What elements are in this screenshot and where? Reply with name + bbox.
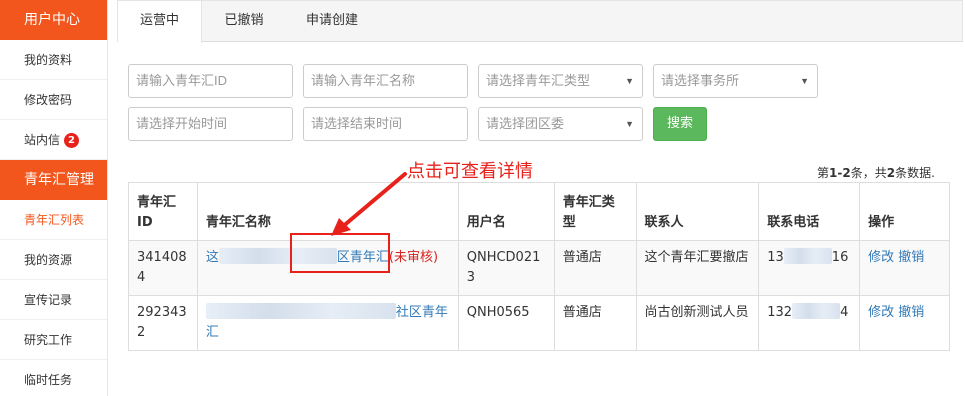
sidebar-item-my-resources[interactable]: 我的资源 (0, 240, 107, 280)
tab-revoked[interactable]: 已撤销 (202, 1, 286, 42)
caret-down-icon: ▼ (625, 76, 634, 86)
table-row: 3414084 这区青年汇(未审核) QNHCD0213 普通店 这个青年汇要撤… (128, 240, 950, 296)
sidebar-item-research-work[interactable]: 研究工作 (0, 320, 107, 360)
hub-type-select[interactable]: 请选择青年汇类型 ▼ (478, 64, 643, 98)
hub-id-input[interactable]: 请输入青年汇ID (128, 64, 293, 98)
sidebar-section-youth-hub: 青年汇管理 (0, 160, 107, 200)
phone-start: 132 (767, 305, 793, 320)
sidebar: 用户中心 我的资料 修改密码 站内信 2 青年汇管理 青年汇列表 我的资源 宣传记… (0, 0, 108, 396)
cell-name: 社区青年汇 (196, 295, 459, 351)
redacted-text (792, 303, 841, 319)
cell-type: 普通店 (553, 295, 637, 351)
start-date-input[interactable]: 请选择开始时间 (128, 107, 293, 141)
end-date-input[interactable]: 请选择结束时间 (303, 107, 468, 141)
search-button[interactable]: 搜索 (653, 107, 707, 141)
count-suffix: 条数据. (895, 166, 935, 180)
sidebar-item-temp-tasks[interactable]: 临时任务 (0, 360, 107, 396)
hub-type-placeholder: 请选择青年汇类型 (486, 73, 591, 88)
cell-phone: 132 4 (758, 295, 861, 351)
sidebar-item-change-password[interactable]: 修改密码 (0, 80, 107, 120)
redacted-text (205, 303, 396, 319)
count-mid: 条，共 (850, 166, 887, 180)
table-header-row: 青年汇ID 青年汇名称 用户名 青年汇类型 联系人 联系电话 操作 (128, 182, 950, 241)
col-header-contact: 联系人 (635, 182, 760, 241)
col-header-phone: 联系电话 (758, 182, 861, 241)
hub-name-link[interactable]: 社区青年汇 (205, 303, 448, 340)
district-select[interactable]: 请选择团区委 ▼ (478, 107, 643, 141)
cell-id: 2923432 (128, 295, 198, 351)
unread-badge: 2 (64, 133, 80, 148)
phone-end: 16 (831, 250, 849, 265)
cell-actions: 修改 撤销 (859, 240, 950, 296)
cell-actions: 修改 撤销 (859, 295, 950, 351)
phone-start: 13 (767, 250, 784, 265)
cell-contact: 尚古创新测试人员 (635, 295, 760, 351)
cell-phone: 13 16 (758, 240, 861, 296)
sidebar-section-user-center: 用户中心 (0, 0, 107, 40)
revoke-link[interactable]: 撤销 (898, 250, 924, 265)
sidebar-item-messages[interactable]: 站内信 2 (0, 120, 107, 160)
cell-contact: 这个青年汇要撤店 (635, 240, 760, 296)
cell-id: 3414084 (128, 240, 198, 296)
count-range: 1-2 (829, 166, 851, 180)
edit-link[interactable]: 修改 (868, 250, 894, 265)
tab-bar: 运营中 已撤销 申请创建 (117, 0, 963, 43)
redacted-text (783, 248, 832, 264)
table-row: 2923432 社区青年汇 QNH0565 普通店 尚古创新测试人员 132 4 … (128, 295, 950, 351)
edit-link[interactable]: 修改 (868, 305, 894, 320)
hub-name-input[interactable]: 请输入青年汇名称 (303, 64, 468, 98)
phone-end: 4 (840, 305, 849, 320)
sidebar-item-promotion-records[interactable]: 宣传记录 (0, 280, 107, 320)
hub-name-prefix: 这 (205, 250, 219, 265)
col-header-id: 青年汇ID (128, 182, 198, 241)
main-panel: 运营中 已撤销 申请创建 请输入青年汇ID 请输入青年汇名称 请选择青年汇类型 ▼… (117, 0, 965, 396)
col-header-type: 青年汇类型 (553, 182, 637, 241)
status-pending: (未审核) (388, 250, 439, 265)
sidebar-item-hub-list[interactable]: 青年汇列表 (0, 200, 107, 240)
count-prefix: 第 (817, 166, 830, 180)
cell-username: QNH0565 (457, 295, 555, 351)
district-placeholder: 请选择团区委 (486, 116, 565, 131)
office-select[interactable]: 请选择事务所 ▼ (653, 64, 818, 98)
count-total: 2 (886, 166, 896, 180)
caret-down-icon: ▼ (625, 119, 634, 129)
col-header-username: 用户名 (457, 182, 555, 241)
tab-operating[interactable]: 运营中 (118, 1, 202, 43)
cell-username: QNHCD0213 (457, 240, 555, 296)
revoke-link[interactable]: 撤销 (898, 305, 924, 320)
caret-down-icon: ▼ (800, 76, 809, 86)
sidebar-item-label: 站内信 (24, 133, 61, 147)
hub-table: 青年汇ID 青年汇名称 用户名 青年汇类型 联系人 联系电话 操作 341408… (128, 182, 950, 351)
col-header-actions: 操作 (859, 182, 950, 241)
cell-type: 普通店 (553, 240, 637, 296)
annotation-arrow-icon (331, 172, 407, 236)
sidebar-item-my-profile[interactable]: 我的资料 (0, 40, 107, 80)
office-placeholder: 请选择事务所 (661, 73, 740, 88)
tab-apply-create[interactable]: 申请创建 (290, 1, 374, 42)
record-count: 第1-2条，共2条数据. (817, 164, 935, 181)
annotation-text: 点击可查看详情 (407, 161, 533, 182)
